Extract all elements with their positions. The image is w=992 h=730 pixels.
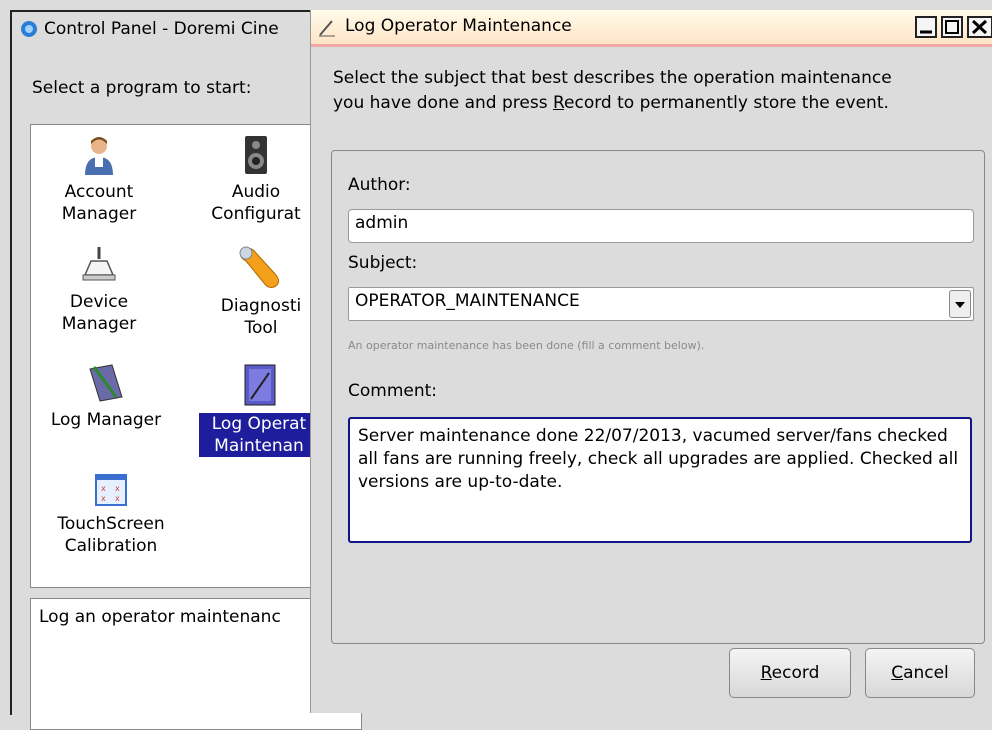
notebook-icon: [89, 364, 123, 402]
dialog-title: Log Operator Maintenance: [345, 16, 572, 36]
program-label: Maintenan: [199, 435, 319, 457]
program-label: TouchScreen: [57, 514, 165, 534]
svg-text:x: x: [115, 484, 120, 493]
record-label: ecord: [771, 663, 820, 683]
cancel-label: ancel: [903, 663, 949, 683]
control-panel-app-icon: [20, 20, 38, 38]
program-diagnostic-tool[interactable]: Diagnosti Tool: [211, 245, 311, 339]
program-label: Diagnosti: [220, 296, 302, 316]
author-label: Author:: [348, 175, 411, 195]
instructions-line-2: you have done and press Record to perman…: [333, 93, 889, 113]
cancel-mnemonic: C: [891, 663, 904, 683]
comment-label: Comment:: [348, 381, 438, 401]
subject-hint: An operator maintenance has been done (f…: [348, 339, 705, 352]
device-icon: [82, 247, 116, 281]
program-label: Manager: [61, 314, 137, 334]
chevron-down-icon[interactable]: [949, 290, 971, 318]
instructions-line-1: Select the subject that best describes t…: [333, 68, 892, 88]
record-mnemonic: R: [760, 663, 772, 683]
dialog-instructions: Select the subject that best describes t…: [333, 66, 983, 116]
author-field[interactable]: admin: [348, 209, 974, 243]
close-button[interactable]: [967, 16, 992, 38]
comment-textarea[interactable]: Server maintenance done 22/07/2013, vacu…: [348, 417, 972, 543]
author-value: admin: [355, 213, 409, 233]
record-mnemonic: R: [552, 93, 565, 113]
minimize-button[interactable]: [915, 16, 937, 38]
subject-value: OPERATOR_MAINTENANCE: [355, 291, 580, 311]
program-log-operator-maintenance[interactable]: Log Operat Maintenan: [199, 363, 319, 457]
program-label: Configurat: [211, 204, 301, 224]
maintenance-form: Author: admin Subject: OPERATOR_MAINTENA…: [331, 150, 985, 644]
log-operator-maintenance-dialog: Log Operator Maintenance Select the subj…: [310, 10, 992, 713]
program-label: Device: [69, 292, 129, 312]
program-device-manager[interactable]: Device Manager: [49, 245, 149, 335]
dialog-titlebar[interactable]: Log Operator Maintenance: [311, 10, 992, 47]
pen-icon: [317, 18, 337, 43]
subject-label: Subject:: [348, 253, 418, 273]
program-audio-configuration[interactable]: Audio Configurat: [201, 135, 311, 225]
program-touchscreen-calibration[interactable]: xxxx TouchScreen Calibration: [41, 473, 181, 557]
record-button[interactable]: Record: [729, 648, 851, 698]
cancel-button[interactable]: Cancel: [865, 648, 975, 698]
control-panel-title: Control Panel - Doremi Cine: [44, 19, 279, 39]
wrench-icon: [239, 246, 280, 288]
user-icon: [85, 137, 113, 175]
svg-text:x: x: [101, 484, 106, 493]
program-label: Tool: [244, 318, 278, 338]
maximize-button[interactable]: [941, 16, 963, 38]
instructions-text: ecord to permanently store the event.: [564, 93, 889, 113]
svg-text:x: x: [101, 494, 106, 503]
program-label: Log Manager: [50, 410, 162, 430]
program-label: Audio: [231, 182, 281, 202]
program-label: Manager: [61, 204, 137, 224]
svg-text:x: x: [115, 494, 120, 503]
instructions-text: you have done and press: [333, 93, 553, 113]
control-panel-window: Control Panel - Doremi Cine Select a pro…: [10, 10, 362, 730]
program-label: Calibration: [64, 536, 158, 556]
program-label: Log Operat: [199, 413, 319, 435]
program-label: Account: [64, 182, 134, 202]
program-prompt: Select a program to start:: [32, 78, 252, 98]
control-panel-titlebar[interactable]: Control Panel - Doremi Cine: [12, 12, 332, 46]
subject-select[interactable]: OPERATOR_MAINTENANCE: [348, 287, 974, 321]
program-account-manager[interactable]: Account Manager: [49, 135, 149, 225]
log-maintenance-icon: [244, 364, 276, 406]
program-log-manager[interactable]: Log Manager: [41, 363, 171, 431]
program-description: Log an operator maintenanc: [39, 607, 281, 627]
speaker-icon: [245, 136, 267, 174]
calibration-icon: x xx x: [95, 474, 127, 506]
